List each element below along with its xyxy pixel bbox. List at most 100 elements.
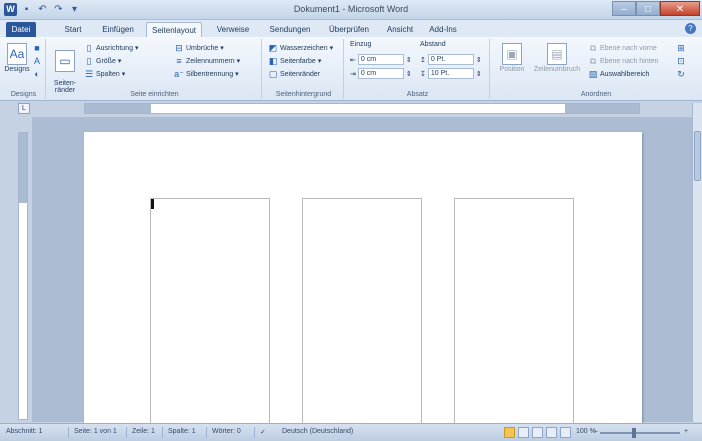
status-spalte[interactable]: Spalte: 1 [168, 428, 196, 435]
document-page[interactable] [84, 132, 642, 438]
zoom-level[interactable]: 100 % [576, 428, 596, 435]
help-icon[interactable]: ? [685, 23, 696, 34]
ausrichtung-button[interactable]: ▯ Ausrichtung ▾ [84, 43, 139, 53]
einzug-links-field[interactable]: ⇤ 0 cm ⇕ [350, 54, 412, 65]
status-seite[interactable]: Seite: 1 von 1 [74, 428, 117, 435]
tab-sendungen[interactable]: Sendungen [268, 22, 312, 37]
text-column[interactable] [454, 198, 574, 438]
zoom-slider[interactable] [600, 432, 680, 434]
abstand-vor-field[interactable]: ↥ 0 Pt. ⇕ [420, 54, 482, 65]
ruler-top-margin [19, 133, 27, 203]
tab-verweise[interactable]: Verweise [214, 22, 252, 37]
tab-start[interactable]: Start [60, 22, 86, 37]
ebene-nach-hinten-button[interactable]: ⧉ Ebene nach hinten [588, 56, 659, 66]
status-separator [126, 427, 127, 438]
text-column[interactable] [150, 198, 270, 438]
ruler-right-margin [565, 104, 639, 113]
view-draft-button[interactable] [560, 427, 571, 438]
bring-forward-icon: ⧉ [589, 43, 597, 53]
status-sprache[interactable]: Deutsch (Deutschland) [282, 428, 353, 435]
spacing-after-icon: ↧ [420, 70, 426, 78]
zoom-slider-knob[interactable] [632, 428, 636, 438]
orientation-icon: ▯ [86, 43, 92, 53]
tab-ueberpruefen[interactable]: Überprüfen [326, 22, 372, 37]
status-woerter[interactable]: Wörter: 0 [212, 428, 241, 435]
view-outline-button[interactable] [546, 427, 557, 438]
tab-selector[interactable]: L [18, 103, 30, 114]
horizontal-ruler[interactable] [84, 103, 640, 114]
ruler-left-margin [85, 104, 151, 113]
spacing-before-icon: ↥ [420, 56, 426, 64]
effects-icon: ◐ [34, 69, 40, 79]
rotate-icon: ↻ [677, 69, 685, 79]
designs-icon: Aa [7, 43, 27, 65]
line-numbers-icon: ≡ [176, 56, 182, 66]
maximize-button[interactable]: □ [636, 1, 660, 16]
group-label-anordnen: Anordnen [580, 91, 612, 98]
seitenraender-button[interactable]: ▭ Seiten- ränder [50, 43, 80, 94]
zeilenumbruch-button[interactable]: ▤ Zeilenumbruch [530, 43, 584, 73]
text-column[interactable] [302, 198, 422, 438]
groesse-button[interactable]: ▯ Größe ▾ [84, 56, 122, 66]
group-seitenhintergrund: ◩ Wasserzeichen ▾ ◧ Seitenfarbe ▾ ▢ Seitenrän… [264, 39, 344, 99]
group-objects-button[interactable]: ⊡ [676, 56, 686, 66]
auswahlbereich-button[interactable]: ▧ Auswahlbereich [588, 69, 650, 79]
columns-icon: ☰ [84, 69, 94, 79]
umbrueche-button[interactable]: ⊟ Umbrüche ▾ [174, 43, 224, 53]
view-web-layout-button[interactable] [532, 427, 543, 438]
position-button[interactable]: ▣ Position [496, 43, 528, 73]
tab-seitenlayout[interactable]: Seitenlayout [146, 22, 202, 37]
breaks-icon: ⊟ [175, 43, 183, 53]
group-label-designs: Designs [10, 91, 37, 98]
size-icon: ▯ [86, 56, 92, 66]
seitenfarbe-button[interactable]: ◧ Seitenfarbe ▾ [268, 56, 322, 66]
vertical-ruler[interactable] [18, 132, 28, 420]
spalten-button[interactable]: ☰ Spalten ▾ [84, 69, 125, 79]
close-button[interactable]: ✕ [660, 1, 700, 16]
zoom-in-button[interactable]: + [684, 428, 688, 435]
align-icon: ⊞ [677, 43, 685, 53]
wasserzeichen-button[interactable]: ◩ Wasserzeichen ▾ [268, 43, 333, 53]
design-colors-button[interactable]: ■ [32, 43, 42, 53]
group-label-absatz: Absatz [406, 91, 429, 98]
zeilennummern-button[interactable]: ≡ Zeilennummern ▾ [174, 56, 240, 66]
vertical-scrollbar[interactable] [692, 103, 702, 422]
align-button[interactable]: ⊞ [676, 43, 686, 53]
tab-datei[interactable]: Datei [6, 22, 36, 37]
abstand-nach-field[interactable]: ↧ 10 Pt. ⇕ [420, 68, 482, 79]
indent-left-icon: ⇤ [350, 56, 356, 64]
rotate-button[interactable]: ↻ [676, 69, 686, 79]
design-effects-button[interactable]: ◐ [32, 69, 42, 79]
status-separator [206, 427, 207, 438]
seitenraender-border-button[interactable]: ▢ Seitenränder [268, 69, 320, 79]
ribbon-tabs: Datei Start Einfügen Seitenlayout Verwei… [0, 20, 702, 37]
tab-addins[interactable]: Add-Ins [428, 22, 458, 37]
ribbon: Aa Designs ■ A ◐ Designs ▭ Seiten- rände… [0, 37, 702, 101]
status-abschnitt[interactable]: Abschnitt: 1 [6, 428, 43, 435]
watermark-icon: ◩ [268, 43, 278, 53]
ebene-nach-vorne-button[interactable]: ⧉ Ebene nach vorne [588, 43, 657, 53]
status-separator [68, 427, 69, 438]
hyphenation-icon: a⁻ [174, 69, 184, 79]
tab-ansicht[interactable]: Ansicht [384, 22, 416, 37]
zoom-out-button[interactable]: – [594, 428, 598, 435]
document-area [32, 117, 692, 438]
einzug-rechts-field[interactable]: ⇥ 0 cm ⇕ [350, 68, 412, 79]
silbentrennung-button[interactable]: a⁻ Silbentrennung ▾ [174, 69, 239, 79]
einzug-label: Einzug [350, 41, 372, 48]
margins-icon: ▭ [55, 50, 75, 72]
scrollbar-thumb[interactable] [694, 131, 701, 181]
status-separator [162, 427, 163, 438]
spellcheck-icon[interactable]: ✓ [260, 428, 266, 436]
text-wrap-icon: ▤ [547, 43, 567, 65]
status-zeile[interactable]: Zeile: 1 [132, 428, 155, 435]
designs-button[interactable]: Aa Designs [4, 43, 30, 73]
design-fonts-button[interactable]: A [32, 56, 42, 66]
view-print-layout-button[interactable] [504, 427, 515, 438]
tab-einfuegen[interactable]: Einfügen [100, 22, 136, 37]
minimize-button[interactable]: – [612, 1, 636, 16]
group-label-seite-einrichten: Seite einrichten [130, 91, 179, 98]
group-label-seitenhintergrund: Seitenhintergrund [275, 91, 332, 98]
view-fullscreen-reading-button[interactable] [518, 427, 529, 438]
indent-right-icon: ⇥ [350, 70, 356, 78]
